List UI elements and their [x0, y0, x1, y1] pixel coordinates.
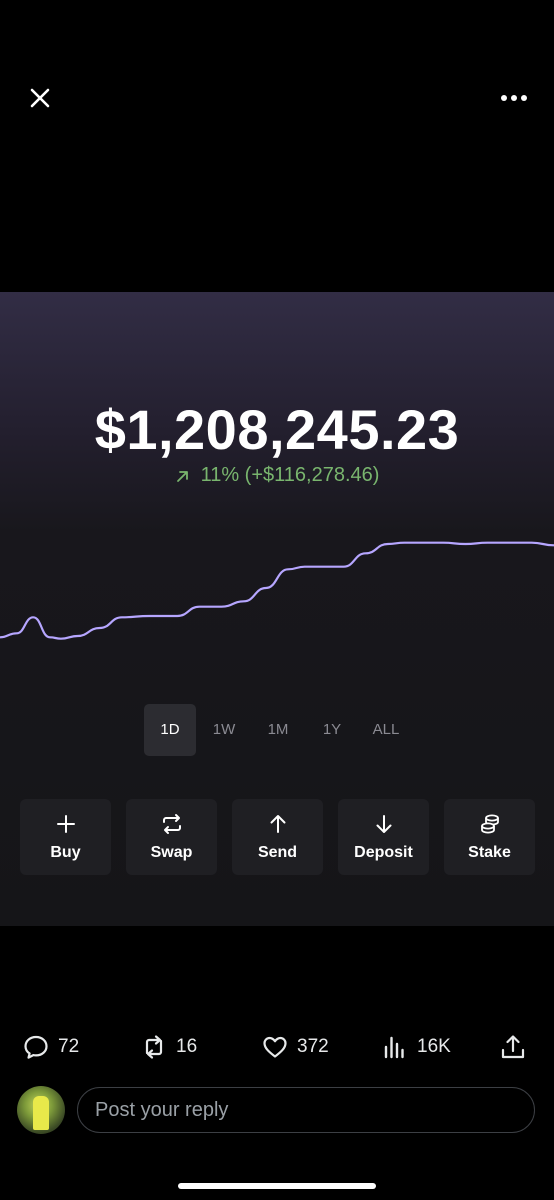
wallet-card: $1,208,245.23 11% (+$116,278.46) 1D 1W 1M 1…	[0, 292, 554, 926]
deposit-button[interactable]: Deposit	[338, 799, 429, 875]
view-count: 16K	[417, 1036, 451, 1057]
post-metrics: 72 16 372 16K	[0, 1030, 554, 1064]
swap-label: Swap	[150, 844, 193, 861]
close-button[interactable]	[26, 84, 54, 112]
views-button[interactable]: 16K	[381, 1030, 451, 1064]
range-tab-all[interactable]: ALL	[360, 704, 412, 756]
wallet-actions: Buy Swap Send Deposit Stake	[20, 799, 535, 875]
plus-icon	[56, 815, 75, 833]
send-button[interactable]: Send	[232, 799, 323, 875]
reply-button[interactable]: 72	[22, 1030, 79, 1064]
send-label: Send	[257, 844, 298, 861]
range-tab-d1[interactable]: 1D	[144, 704, 196, 756]
more-options-button[interactable]	[498, 90, 530, 106]
coins-icon	[480, 814, 499, 834]
balance-change: 11% (+$116,278.46)	[0, 464, 554, 487]
arrow-up-right-icon	[176, 470, 188, 482]
more-horizontal-icon	[501, 95, 527, 101]
like-count: 372	[297, 1036, 329, 1057]
reply-input[interactable]: Post your reply	[77, 1087, 535, 1133]
swap-icon	[162, 814, 181, 834]
close-icon	[30, 88, 50, 108]
home-indicator	[178, 1183, 376, 1189]
reply-count: 72	[58, 1036, 80, 1057]
range-tab-w1[interactable]: 1W	[198, 704, 250, 756]
heart-icon	[263, 1036, 287, 1058]
avatar[interactable]	[17, 1086, 65, 1134]
like-button[interactable]: 372	[261, 1030, 329, 1064]
balance-change-text: 11% (+$116,278.46)	[200, 464, 380, 486]
repost-button[interactable]: 16	[140, 1030, 197, 1064]
balance-amount: $1,208,245.23	[94, 398, 460, 461]
arrow-up-icon	[270, 815, 285, 833]
arrow-down-icon	[376, 815, 391, 833]
time-range-selector: 1D 1W 1M 1Y ALL	[144, 704, 414, 756]
chart-series-line	[0, 541, 554, 640]
range-tab-m1[interactable]: 1M	[252, 704, 304, 756]
reply-bar: Post your reply	[0, 1086, 554, 1136]
balance-chart	[0, 541, 554, 640]
comment-icon	[24, 1035, 48, 1059]
share-button[interactable]	[499, 1030, 527, 1064]
buy-button[interactable]: Buy	[20, 799, 111, 875]
deposit-label: Deposit	[354, 844, 413, 861]
stake-label: Stake	[468, 844, 511, 861]
buy-label: Buy	[50, 844, 81, 861]
bar-chart-icon	[384, 1036, 404, 1059]
repost-icon	[145, 1035, 163, 1059]
repost-count: 16	[176, 1036, 198, 1057]
swap-button[interactable]: Swap	[126, 799, 217, 875]
share-icon	[501, 1035, 525, 1059]
range-tab-y1[interactable]: 1Y	[306, 704, 358, 756]
stake-button[interactable]: Stake	[444, 799, 535, 875]
